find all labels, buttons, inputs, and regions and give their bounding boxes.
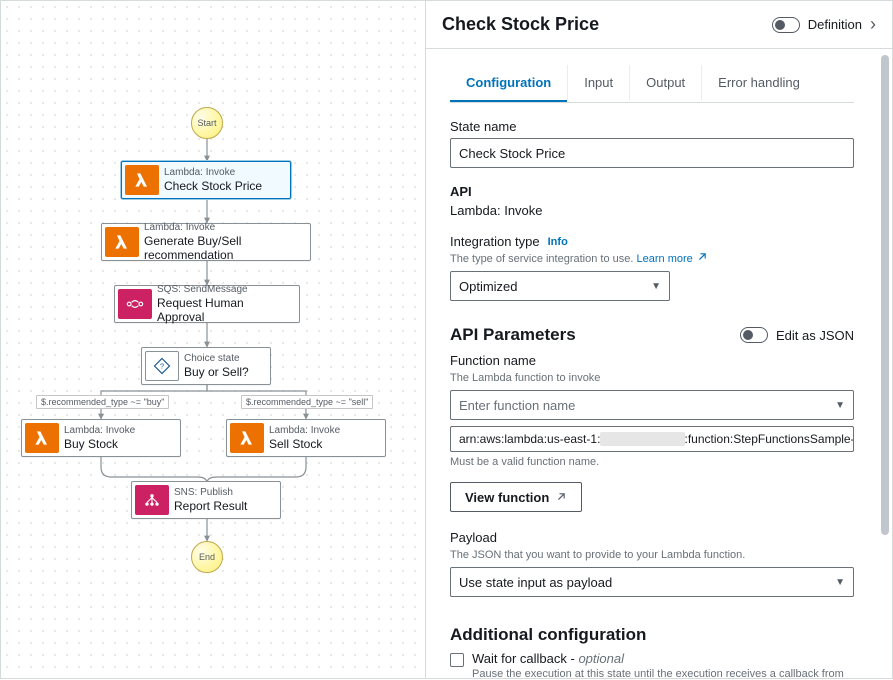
workflow-canvas[interactable]: Start Lambda: Invoke Check Stock Price L… <box>1 1 426 678</box>
node-sell-stock[interactable]: Lambda: Invoke Sell Stock <box>226 419 386 457</box>
function-name-desc: The Lambda function to invoke <box>450 372 854 384</box>
workflow-edges <box>1 1 426 680</box>
tab-output[interactable]: Output <box>629 65 701 102</box>
end-terminal: End <box>191 541 223 573</box>
state-name-label: State name <box>450 119 854 134</box>
function-name-select[interactable]: Enter function name▼ <box>450 390 854 420</box>
node-subtitle: Lambda: Invoke <box>269 425 340 437</box>
choice-icon: ? <box>145 351 179 381</box>
edit-as-json-toggle[interactable] <box>740 327 768 343</box>
scrollbar-track[interactable] <box>878 49 892 678</box>
inspector-tabs: Configuration Input Output Error handlin… <box>450 65 854 103</box>
wait-callback-checkbox[interactable] <box>450 653 464 667</box>
tab-input[interactable]: Input <box>567 65 629 102</box>
branch-label-buy: $.recommended_type ~= "buy" <box>36 395 169 409</box>
start-terminal: Start <box>191 107 223 139</box>
branch-label-sell: $.recommended_type ~= "sell" <box>241 395 373 409</box>
sns-icon <box>135 485 169 515</box>
view-function-button[interactable]: View function <box>450 482 582 512</box>
scrollbar-thumb[interactable] <box>881 55 889 535</box>
node-subtitle: Lambda: Invoke <box>144 222 300 234</box>
learn-more-link[interactable]: Learn more <box>637 253 708 265</box>
node-subtitle: SNS: Publish <box>174 487 247 499</box>
wait-callback-label: Wait for callback - <box>472 651 575 666</box>
panel-title: Check Stock Price <box>442 14 599 35</box>
definition-label: Definition <box>808 17 862 32</box>
node-subtitle: Lambda: Invoke <box>64 425 135 437</box>
info-link[interactable]: Info <box>548 236 568 248</box>
node-request-approval[interactable]: SQS: SendMessage Request Human Approval <box>114 285 300 323</box>
wait-callback-desc: Pause the execution at this state until … <box>472 668 852 678</box>
wait-callback-optional: optional <box>578 651 624 666</box>
node-title: Check Stock Price <box>164 179 262 193</box>
node-title: Request Human Approval <box>157 296 289 325</box>
node-title: Generate Buy/Sell recommendation <box>144 234 300 263</box>
node-report-result[interactable]: SNS: Publish Report Result <box>131 481 281 519</box>
node-buy-stock[interactable]: Lambda: Invoke Buy Stock <box>21 419 181 457</box>
definition-toggle[interactable] <box>772 17 800 33</box>
external-link-icon <box>696 251 708 263</box>
function-arn-display: arn:aws:lambda:us-east-1:000000000000:fu… <box>450 426 854 452</box>
external-link-icon <box>555 491 567 503</box>
api-parameters-heading: API Parameters <box>450 325 576 345</box>
node-subtitle: Lambda: Invoke <box>164 167 262 179</box>
lambda-icon <box>125 165 159 195</box>
payload-desc: The JSON that you want to provide to you… <box>450 549 854 561</box>
sqs-icon <box>118 289 152 319</box>
node-title: Buy or Sell? <box>184 365 249 379</box>
node-choice-buy-or-sell[interactable]: ? Choice state Buy or Sell? <box>141 347 271 385</box>
node-title: Report Result <box>174 499 247 513</box>
additional-config-heading: Additional configuration <box>450 625 854 645</box>
tab-configuration[interactable]: Configuration <box>450 65 567 102</box>
api-value: Lambda: Invoke <box>450 203 854 218</box>
node-check-stock-price[interactable]: Lambda: Invoke Check Stock Price <box>121 161 291 199</box>
integration-type-desc: The type of service integration to use. <box>450 253 633 265</box>
state-name-input[interactable] <box>450 138 854 168</box>
node-title: Sell Stock <box>269 437 340 451</box>
lambda-icon <box>230 423 264 453</box>
api-label: API <box>450 184 854 199</box>
svg-text:?: ? <box>160 362 164 371</box>
node-subtitle: Choice state <box>184 353 249 365</box>
integration-type-select[interactable]: Optimized▼ <box>450 271 670 301</box>
lambda-icon <box>25 423 59 453</box>
integration-type-label: Integration type <box>450 234 540 249</box>
payload-label: Payload <box>450 530 854 545</box>
function-name-hint: Must be a valid function name. <box>450 456 854 468</box>
payload-select[interactable]: Use state input as payload▼ <box>450 567 854 597</box>
function-name-label: Function name <box>450 353 854 368</box>
node-generate-recommendation[interactable]: Lambda: Invoke Generate Buy/Sell recomme… <box>101 223 311 261</box>
lambda-icon <box>105 227 139 257</box>
node-subtitle: SQS: SendMessage <box>157 284 289 296</box>
node-title: Buy Stock <box>64 437 135 451</box>
tab-error-handling[interactable]: Error handling <box>701 65 816 102</box>
edit-as-json-label: Edit as JSON <box>776 328 854 343</box>
chevron-right-icon[interactable]: › <box>870 14 876 35</box>
inspector-panel: Check Stock Price Definition › Configura… <box>426 1 892 678</box>
